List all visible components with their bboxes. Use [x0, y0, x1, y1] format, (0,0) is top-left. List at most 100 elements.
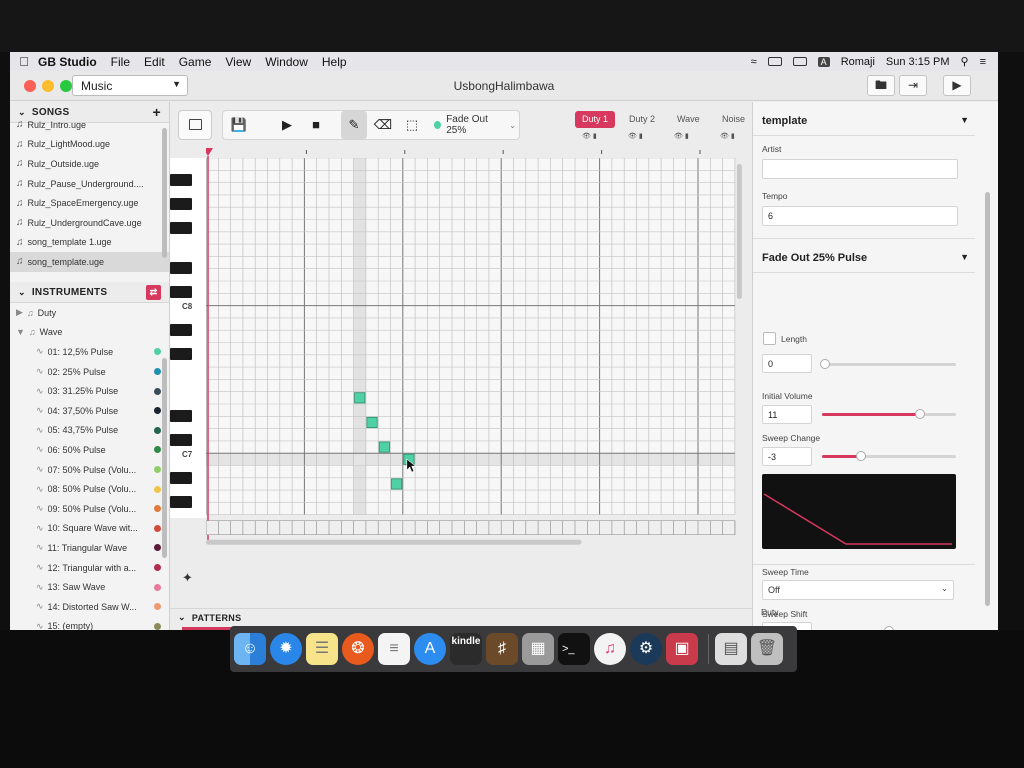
noise-visibility-icons[interactable]: 👁 ▮	[720, 132, 735, 140]
menu-app-name[interactable]: GB Studio	[38, 55, 97, 69]
piano-black-key[interactable]	[170, 174, 192, 186]
instrument-list-item[interactable]: ∿ 02: 25% Pulse	[10, 362, 169, 382]
song-list-item[interactable]: ♫ Rulz_SpaceEmergency.uge	[10, 193, 169, 213]
piano-black-key[interactable]	[170, 198, 192, 210]
steam-icon[interactable]: ⚙	[630, 633, 662, 665]
channel-tab-duty-2[interactable]: Duty 2	[622, 111, 662, 128]
menu-edit[interactable]: Edit	[144, 55, 165, 69]
documents-stack-icon[interactable]: ▤	[715, 633, 747, 665]
channel-tab-wave[interactable]: Wave	[670, 111, 707, 128]
instrument-list-item[interactable]: ∿ 11: Triangular Wave	[10, 538, 169, 558]
note-grid[interactable]	[206, 144, 752, 584]
song-section-header[interactable]: template ▼	[753, 115, 975, 127]
tempo-input[interactable]: 6	[762, 206, 958, 226]
song-list-item[interactable]: ♫ Rulz_Outside.uge	[10, 154, 169, 174]
menu-help[interactable]: Help	[322, 55, 347, 69]
channel-tab-duty-1[interactable]: Duty 1	[575, 111, 616, 128]
menu-window[interactable]: Window	[265, 55, 308, 69]
notes-icon[interactable]: ☰	[306, 633, 338, 665]
instrument-list-item[interactable]: ∿ 06: 50% Pulse	[10, 440, 169, 460]
piano-black-key[interactable]	[170, 286, 192, 298]
piano-black-key[interactable]	[170, 348, 192, 360]
add-song-button[interactable]: +	[153, 104, 161, 120]
firefox-icon[interactable]: ❂	[342, 633, 374, 665]
properties-scrollbar[interactable]	[985, 192, 990, 606]
channel-tab-noise[interactable]: Noise	[715, 111, 752, 128]
length-slider-knob[interactable]	[820, 359, 830, 369]
itunes-icon[interactable]: ♫	[594, 633, 626, 665]
instrument-select[interactable]: Fade Out 25% ⌄	[424, 111, 516, 139]
instrument-list-item[interactable]: ∿ 09: 50% Pulse (Volu...	[10, 499, 169, 519]
selection-tool-button[interactable]: ⬚	[399, 111, 425, 139]
song-list-item[interactable]: ♫ Rulz_Intro.uge	[10, 115, 169, 135]
instrument-group-duty[interactable]: ▶ ♫ Duty	[10, 303, 169, 323]
artist-input[interactable]	[762, 159, 958, 179]
pencil-tool-button[interactable]: ✎	[341, 111, 367, 139]
terminal-icon[interactable]: >_	[558, 633, 590, 665]
instrument-list-item[interactable]: ∿ 08: 50% Pulse (Volu...	[10, 479, 169, 499]
export-button[interactable]: ⇥	[899, 75, 927, 96]
piano-keyboard[interactable]: C8 C7	[170, 158, 206, 518]
eraser-tool-button[interactable]: ⌫	[370, 111, 396, 139]
swap-instruments-button[interactable]: ⇄	[146, 284, 161, 300]
note-block[interactable]	[354, 392, 366, 404]
run-game-button[interactable]: ▶	[943, 75, 971, 96]
instruments-header[interactable]: ⌄ INSTRUMENTS ⇄	[10, 282, 169, 303]
preview-icon[interactable]: ▦	[522, 633, 554, 665]
instrument-list-item[interactable]: ∿ 01: 12,5% Pulse	[10, 342, 169, 362]
songs-scrollbar[interactable]	[162, 128, 167, 258]
finder-icon[interactable]: ☺	[234, 633, 266, 665]
input-source-label[interactable]: Romaji	[841, 56, 875, 68]
photo-booth-icon[interactable]: ▣	[666, 633, 698, 665]
horizontal-scrollbar[interactable]	[206, 539, 582, 545]
note-block[interactable]	[378, 441, 390, 453]
song-list-item[interactable]: ♫ Rulz_LightMood.uge	[10, 135, 169, 155]
menu-view[interactable]: View	[225, 55, 251, 69]
piano-black-key[interactable]	[170, 496, 192, 508]
sweep-change-slider[interactable]	[822, 451, 956, 461]
instrument-group-wave[interactable]: ▼ ♫ Wave	[10, 323, 169, 343]
length-slider[interactable]	[820, 359, 956, 369]
song-list-item[interactable]: ♫ Rulz_UndergroundCave.uge	[10, 213, 169, 233]
duty-2-visibility-icons[interactable]: 👁 ▮	[628, 132, 643, 140]
song-list-item[interactable]: ♫ song_template 1.uge	[10, 233, 169, 253]
instrument-list-item[interactable]: ∿ 05: 43,75% Pulse	[10, 421, 169, 441]
length-checkbox[interactable]	[763, 332, 776, 345]
play-button[interactable]: ▶	[274, 111, 300, 139]
wifi-icon[interactable]: ≈	[751, 56, 757, 68]
safari-icon[interactable]: ✹	[270, 633, 302, 665]
kindle-icon[interactable]: kindle	[450, 633, 482, 665]
piano-black-key[interactable]	[170, 434, 192, 446]
song-list-item[interactable]: ♫ Rulz_Pause_Underground....	[10, 174, 169, 194]
magic-wand-icon[interactable]: ✦	[182, 570, 193, 586]
timeline-ruler[interactable]	[206, 144, 735, 158]
piano-black-key[interactable]	[170, 410, 192, 422]
instrument-list-item[interactable]: ∿ 04: 37,50% Pulse	[10, 401, 169, 421]
trash-icon[interactable]: 🗑	[751, 633, 783, 665]
length-input[interactable]: 0	[762, 354, 812, 373]
patterns-header[interactable]: ⌄ PATTERNS	[170, 608, 752, 626]
apple-menu-icon[interactable]: 	[10, 54, 38, 69]
wave-visibility-icons[interactable]: 👁 ▮	[674, 132, 689, 140]
spotlight-icon[interactable]: ⚲	[961, 55, 969, 68]
note-block[interactable]	[391, 478, 403, 490]
piano-black-key[interactable]	[170, 262, 192, 274]
stop-button[interactable]: ■	[303, 111, 329, 139]
sweep-time-select[interactable]: Off ⌄	[762, 580, 954, 600]
piano-black-key[interactable]	[170, 222, 192, 234]
vertical-scrollbar[interactable]	[736, 164, 742, 299]
menu-game[interactable]: Game	[179, 55, 212, 69]
effects-lane[interactable]	[206, 520, 736, 536]
reminders-icon[interactable]: ≡	[378, 633, 410, 665]
note-grid-canvas[interactable]	[206, 144, 752, 584]
sweep-change-input[interactable]: -3	[762, 447, 812, 466]
notification-center-icon[interactable]: ≡	[980, 56, 986, 68]
initial-volume-input[interactable]: 11	[762, 405, 812, 424]
note-block[interactable]	[366, 416, 378, 428]
toggle-tracker-view-button[interactable]	[178, 110, 212, 140]
instrument-section-header[interactable]: Fade Out 25% Pulse ▼	[753, 252, 975, 264]
instrument-list-item[interactable]: ∿ 07: 50% Pulse (Volu...	[10, 460, 169, 480]
battery-icon[interactable]	[792, 57, 807, 66]
app-store-icon[interactable]: A	[414, 633, 446, 665]
instrument-list-item[interactable]: ∿ 12: Triangular with a...	[10, 558, 169, 578]
